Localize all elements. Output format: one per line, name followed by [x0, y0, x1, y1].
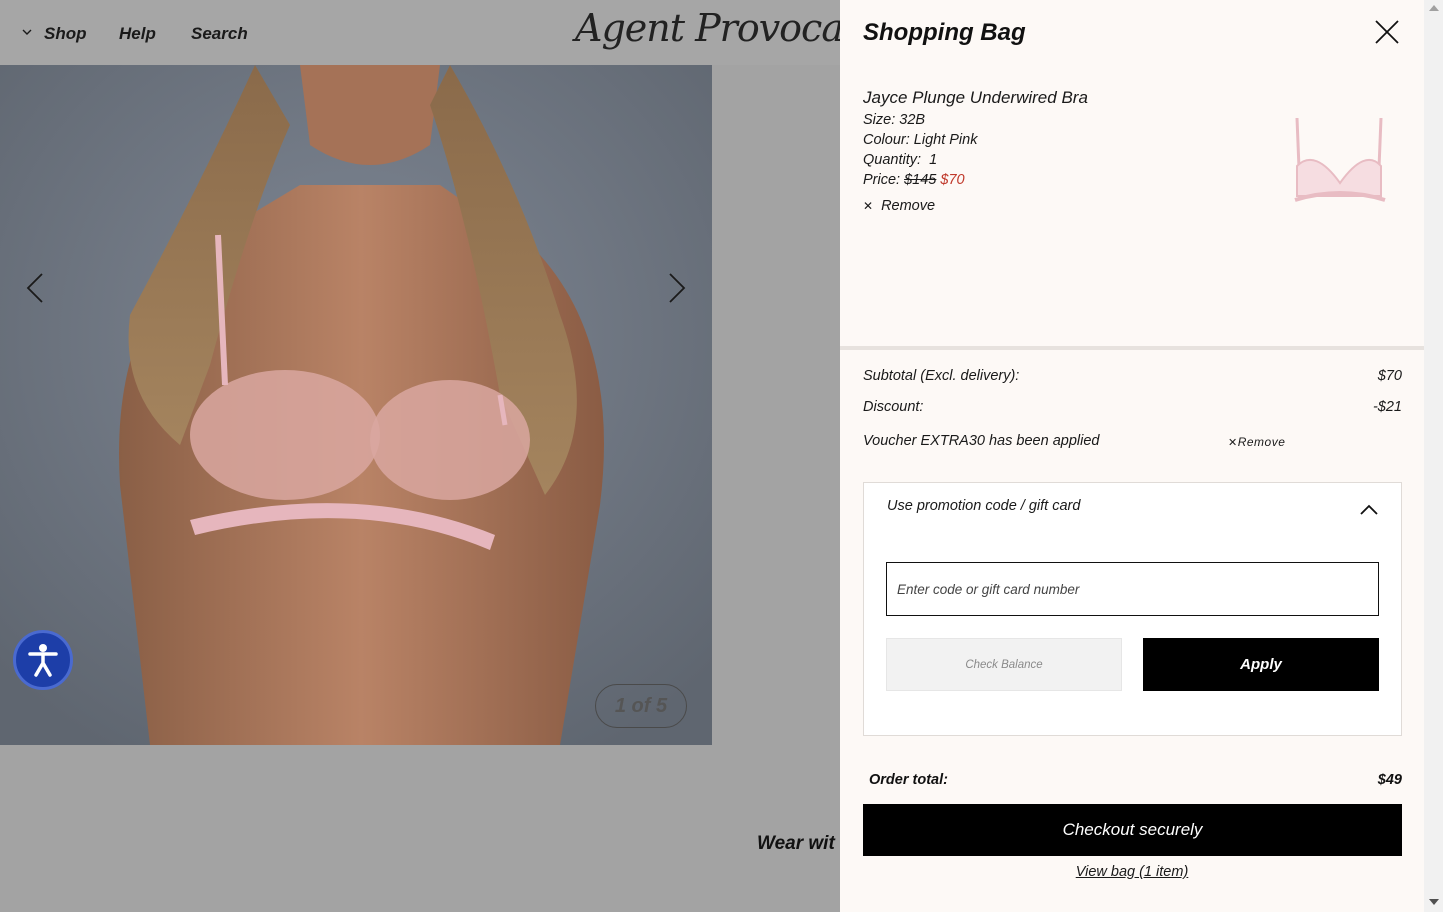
voucher-text: Voucher EXTRA30 has been applied	[863, 433, 1100, 449]
order-total-value: $49	[1377, 772, 1402, 788]
item-quantity-value: 1	[929, 152, 938, 168]
checkout-button[interactable]: Checkout securely	[863, 804, 1402, 856]
nav-help[interactable]: Help	[119, 24, 156, 44]
nav-search[interactable]: Search	[191, 24, 248, 44]
promo-code-panel: Use promotion code / gift card Check Bal…	[863, 482, 1402, 736]
subtotal-row: Subtotal (Excl. delivery): $70	[863, 368, 1402, 384]
scroll-up-arrow-icon[interactable]	[1429, 5, 1439, 11]
view-bag-row: View bag (1 item)	[840, 864, 1424, 880]
promo-code-input[interactable]	[886, 562, 1379, 616]
accessibility-icon	[28, 644, 58, 677]
discount-row: Discount: -$21	[863, 399, 1402, 415]
subtotal-value: $70	[1377, 368, 1402, 384]
voucher-remove-label: Remove	[1237, 435, 1286, 449]
scrollbar[interactable]	[1424, 0, 1443, 912]
gallery-counter: 1 of 5	[595, 684, 687, 728]
product-photo	[0, 65, 712, 745]
item-size-label: Size:	[863, 112, 896, 128]
nav-shop[interactable]: Shop	[22, 24, 87, 44]
item-quantity-label: Quantity:	[863, 152, 922, 168]
check-balance-button[interactable]: Check Balance	[886, 638, 1122, 691]
close-icon[interactable]	[1372, 17, 1402, 47]
product-page: Shop Help Search Agent Provocateur	[0, 0, 840, 912]
subtotal-label: Subtotal (Excl. delivery):	[863, 368, 1020, 384]
view-bag-link[interactable]: View bag (1 item)	[1076, 864, 1189, 880]
drawer-title: Shopping Bag	[863, 19, 1026, 46]
remove-item-label: Remove	[881, 198, 936, 214]
chevron-down-icon	[22, 29, 32, 35]
top-navigation: Shop Help Search Agent Provocateur	[0, 0, 840, 65]
section-divider	[840, 346, 1424, 350]
accessibility-button[interactable]	[13, 630, 73, 690]
apply-button[interactable]: Apply	[1143, 638, 1379, 691]
product-gallery: 1 of 5	[0, 65, 712, 745]
item-name[interactable]: Jayce Plunge Underwired Bra	[863, 88, 1403, 108]
item-price-original: $145	[904, 172, 937, 188]
scroll-down-arrow-icon[interactable]	[1429, 899, 1439, 905]
item-price-label: Price:	[863, 172, 901, 188]
item-colour-label: Colour:	[863, 132, 910, 148]
voucher-remove-button[interactable]: ✕Remove	[1228, 435, 1285, 449]
order-total-label: Order total:	[869, 772, 948, 788]
item-size-value: 32B	[899, 112, 926, 128]
remove-item-button[interactable]: ✕ Remove	[863, 198, 935, 214]
item-thumbnail[interactable]	[1285, 108, 1395, 208]
discount-label: Discount:	[863, 399, 924, 415]
gallery-next-arrow-icon[interactable]	[662, 270, 692, 306]
promo-text: Wear wit	[757, 833, 835, 854]
voucher-row: Voucher EXTRA30 has been applied ✕Remove	[863, 433, 1402, 449]
chevron-up-icon[interactable]	[1358, 502, 1380, 516]
order-total-row: Order total: $49	[869, 772, 1402, 788]
item-price-sale: $70	[940, 172, 965, 188]
brand-logo[interactable]: Agent Provocateur	[575, 6, 840, 50]
item-colour-value: Light Pink	[913, 132, 978, 148]
shopping-bag-drawer: Shopping Bag Jayce Plunge Underwired Bra…	[840, 0, 1424, 912]
remove-x-icon: ✕	[863, 199, 874, 213]
discount-value: -$21	[1372, 399, 1402, 415]
promo-heading[interactable]: Use promotion code / gift card	[887, 498, 1080, 514]
gallery-prev-arrow-icon[interactable]	[22, 270, 52, 306]
voucher-remove-x-icon: ✕	[1228, 437, 1238, 449]
